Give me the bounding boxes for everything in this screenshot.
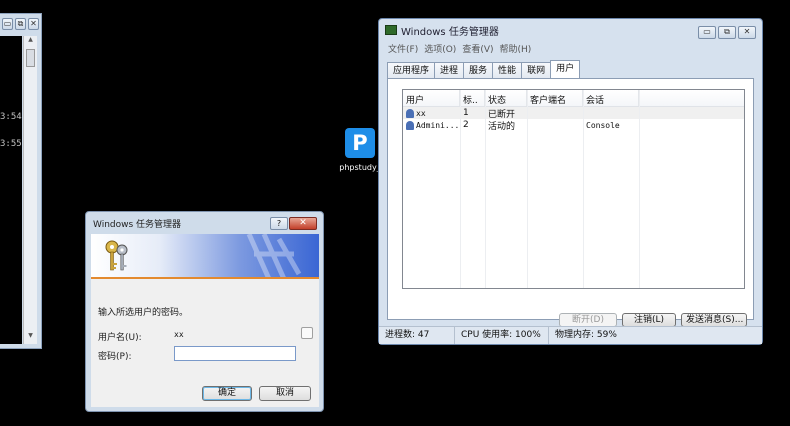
task-manager-app-icon <box>385 25 397 35</box>
desktop-icon-phpstudy[interactable]: P phpstudy_ <box>337 128 383 172</box>
column-header-id[interactable]: 标.. <box>460 90 485 106</box>
close-button[interactable]: ✕ <box>738 26 756 39</box>
dialog-controls: ? ✕ <box>270 217 317 230</box>
column-header-client[interactable]: 客户端名 <box>527 90 583 106</box>
user-name: Admini... <box>416 120 460 130</box>
scroll-up-arrow-icon[interactable]: ▲ <box>24 36 37 48</box>
scroll-thumb[interactable] <box>26 49 35 67</box>
column-divider <box>460 90 461 288</box>
dialog-body: 输入所选用户的密码。 用户名(U): xx 密码(P): 确定 取消 <box>91 234 319 407</box>
send-message-button[interactable]: 发送消息(S)... <box>681 313 747 327</box>
menu-options[interactable]: 选项(O) <box>424 42 456 55</box>
ok-button[interactable]: 确定 <box>202 386 252 401</box>
console-window: ▭ ⧉ ✕ 3:54 3:55 ▲ ▼ <box>0 13 42 349</box>
username-value: xx <box>174 330 184 339</box>
console-titlebar: ▭ ⧉ ✕ <box>0 14 41 34</box>
phpstudy-icon: P <box>345 128 375 158</box>
console-line: 3:55 <box>0 139 22 149</box>
user-icon <box>406 120 414 130</box>
column-header-status[interactable]: 状态 <box>485 90 527 106</box>
maximize-button[interactable]: ⧉ <box>718 26 736 39</box>
dialog-close-button[interactable]: ✕ <box>289 217 317 230</box>
password-dialog: Windows 任务管理器 ? ✕ 输入所选用户的密码。 用户名(U): xx <box>85 211 324 412</box>
id-cell: 2 <box>463 120 469 130</box>
menu-view[interactable]: 查看(V) <box>462 42 493 55</box>
help-button[interactable]: ? <box>270 217 288 230</box>
banner-decoration-icon <box>246 234 302 277</box>
column-divider <box>527 90 528 288</box>
tab-users[interactable]: 用户 <box>550 60 581 78</box>
menu-help[interactable]: 帮助(H) <box>500 42 532 55</box>
cpu-usage: CPU 使用率: 100% <box>455 327 549 344</box>
tab-processes[interactable]: 进程 <box>434 62 465 78</box>
window-title: Windows 任务管理器 <box>401 26 499 38</box>
table-row[interactable]: xx 1 已断开 <box>403 107 744 120</box>
tab-applications[interactable]: 应用程序 <box>387 62 436 78</box>
user-name: xx <box>416 108 426 118</box>
console-line: 3:54 <box>0 112 22 122</box>
scroll-down-arrow-icon[interactable]: ▼ <box>24 332 37 344</box>
window-controls: ▭ ⧉ ✕ <box>696 26 756 39</box>
users-panel: 用户 标.. 状态 客户端名 会话 xx 1 已断开 Admini... 2 活… <box>387 78 754 327</box>
user-cell: xx <box>403 108 460 118</box>
disconnect-button[interactable]: 断开(D) <box>559 313 617 327</box>
console-output: 3:54 3:55 <box>0 36 22 344</box>
tab-strip: 应用程序 进程 服务 性能 联网 用户 <box>387 60 581 78</box>
user-cell: Admini... <box>403 120 460 130</box>
menu-file[interactable]: 文件(F) <box>388 42 418 55</box>
minimize-button[interactable]: ▭ <box>698 26 716 39</box>
tab-networking[interactable]: 联网 <box>521 62 552 78</box>
console-minimize-button[interactable]: ▭ <box>2 18 13 30</box>
status-cell: 活动的 <box>488 121 516 132</box>
status-bar: 进程数: 47 CPU 使用率: 100% 物理内存: 59% <box>379 326 762 344</box>
menu-bar: 文件(F) 选项(O) 查看(V) 帮助(H) <box>379 41 762 55</box>
dialog-banner <box>91 234 319 279</box>
tab-performance[interactable]: 性能 <box>492 62 523 78</box>
users-table: 用户 标.. 状态 客户端名 会话 xx 1 已断开 Admini... 2 活… <box>402 89 745 289</box>
console-scrollbar[interactable]: ▲ ▼ <box>23 36 37 344</box>
password-label: 密码(P): <box>98 352 132 362</box>
cancel-button[interactable]: 取消 <box>259 386 311 401</box>
column-divider <box>639 90 640 288</box>
desktop-icon-label: phpstudy_ <box>339 163 381 172</box>
dialog-prompt: 输入所选用户的密码。 <box>98 308 189 318</box>
table-header: 用户 标.. 状态 客户端名 会话 <box>403 90 744 107</box>
column-divider <box>485 90 486 288</box>
console-close-button[interactable]: ✕ <box>28 18 39 30</box>
password-field[interactable] <box>174 346 296 361</box>
keys-icon <box>105 240 128 271</box>
username-label: 用户名(U): <box>98 333 142 343</box>
logoff-button[interactable]: 注销(L) <box>622 313 676 327</box>
process-count: 进程数: 47 <box>379 327 455 344</box>
user-icon <box>406 108 414 118</box>
column-divider <box>583 90 584 288</box>
tab-services[interactable]: 服务 <box>463 62 494 78</box>
column-header-user[interactable]: 用户 <box>403 90 460 106</box>
id-cell: 1 <box>463 108 469 118</box>
action-buttons: 断开(D) 注销(L) 发送消息(S)... <box>554 313 747 327</box>
task-manager-window: Windows 任务管理器 ▭ ⧉ ✕ 文件(F) 选项(O) 查看(V) 帮助… <box>378 18 763 345</box>
username-checkbox[interactable] <box>301 327 313 339</box>
console-maximize-button[interactable]: ⧉ <box>15 18 26 30</box>
session-cell: Console <box>586 120 620 130</box>
table-row[interactable]: Admini... 2 活动的 Console <box>403 119 744 132</box>
column-header-session[interactable]: 会话 <box>583 90 639 106</box>
memory-usage: 物理内存: 59% <box>555 330 617 340</box>
